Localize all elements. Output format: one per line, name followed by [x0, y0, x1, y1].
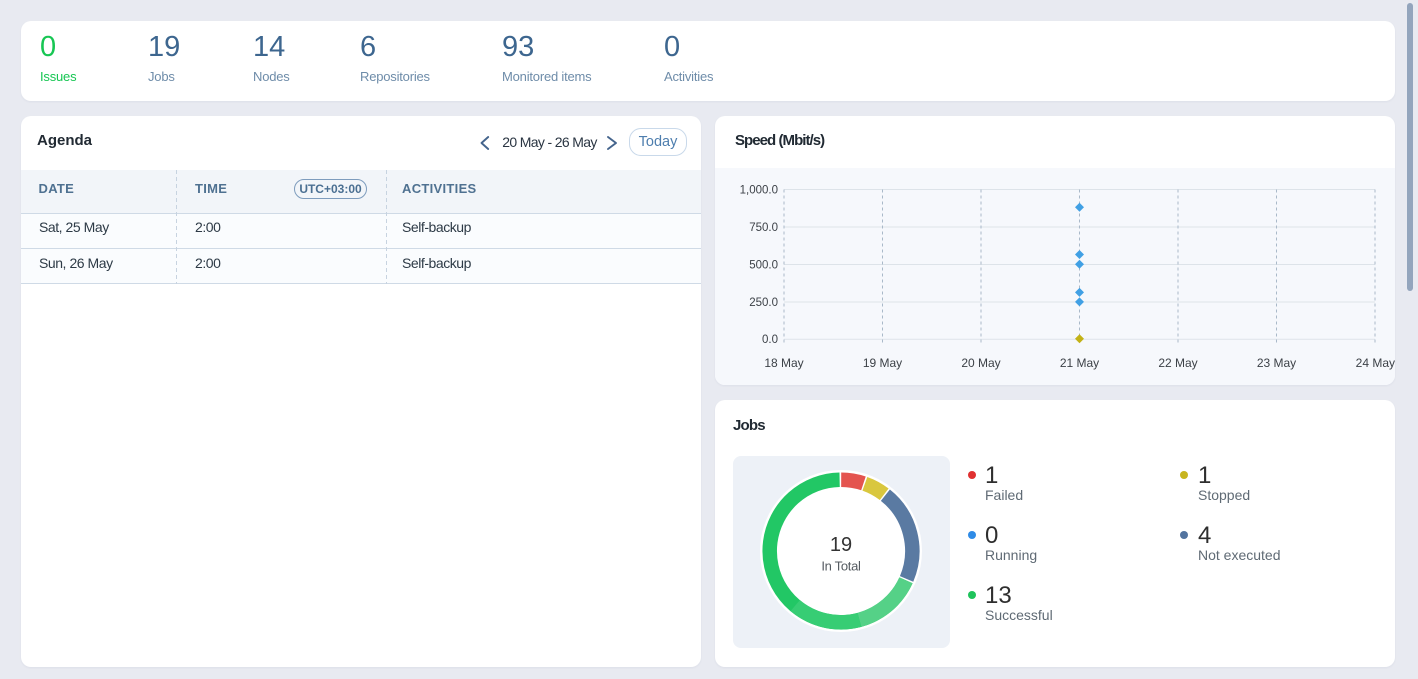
svg-text:22 May: 22 May [1158, 356, 1197, 370]
svg-text:19 May: 19 May [863, 356, 902, 370]
svg-text:In Total: In Total [821, 559, 861, 574]
svg-text:21 May: 21 May [1060, 356, 1099, 370]
svg-text:500.0: 500.0 [749, 260, 778, 272]
svg-text:0.0: 0.0 [762, 334, 778, 346]
svg-text:23 May: 23 May [1257, 356, 1296, 370]
svg-text:1,000.0: 1,000.0 [740, 185, 778, 197]
svg-text:18 May: 18 May [764, 356, 803, 370]
svg-text:24 May: 24 May [1356, 356, 1395, 370]
svg-text:250.0: 250.0 [749, 297, 778, 309]
svg-text:750.0: 750.0 [749, 222, 778, 234]
svg-text:20 May: 20 May [961, 356, 1000, 370]
svg-text:19: 19 [830, 534, 852, 556]
